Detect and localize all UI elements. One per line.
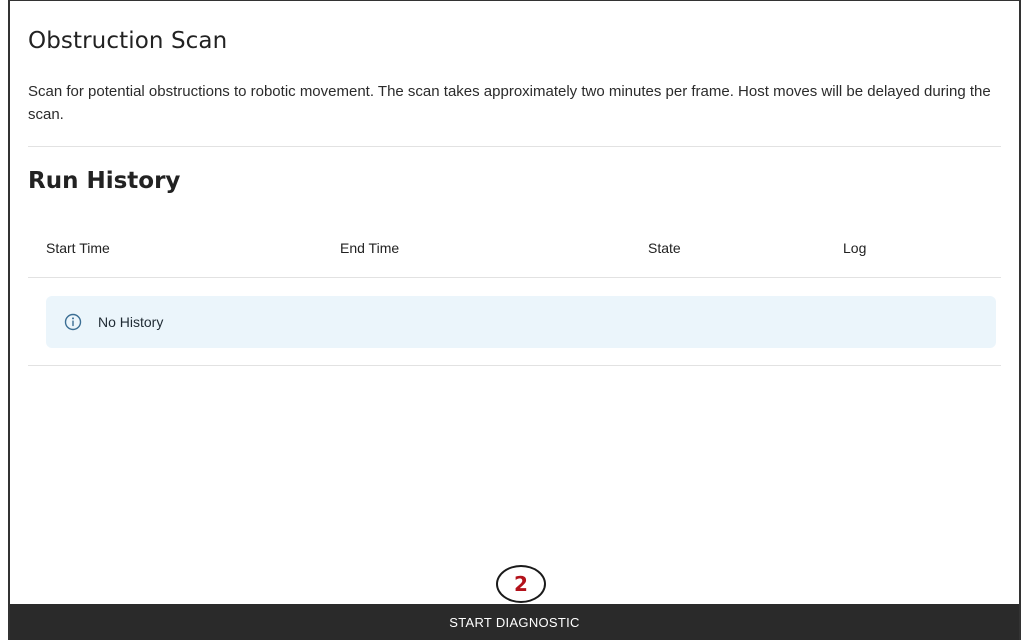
empty-history-alert: No History <box>46 296 996 348</box>
run-history-title: Run History <box>28 168 181 194</box>
section-divider <box>28 146 1001 147</box>
info-icon <box>64 313 82 331</box>
column-log[interactable]: Log <box>843 240 866 256</box>
page-title: Obstruction Scan <box>28 28 228 54</box>
column-end-time[interactable]: End Time <box>340 240 399 256</box>
column-start-time[interactable]: Start Time <box>46 240 110 256</box>
table-bottom-divider <box>28 365 1001 366</box>
no-history-message: No History <box>98 314 164 330</box>
column-state[interactable]: State <box>648 240 681 256</box>
step-number: 2 <box>514 572 528 596</box>
table-header-divider <box>28 277 1001 278</box>
start-diagnostic-button[interactable]: START DIAGNOSTIC <box>10 604 1019 640</box>
history-table-header: Start Time End Time State Log <box>28 238 1001 260</box>
start-diagnostic-label: START DIAGNOSTIC <box>449 614 580 630</box>
scan-description: Scan for potential obstructions to robot… <box>28 83 991 123</box>
step-annotation-marker: 2 <box>496 565 546 603</box>
obstruction-scan-panel: Obstruction Scan Scan for potential obst… <box>8 0 1021 640</box>
